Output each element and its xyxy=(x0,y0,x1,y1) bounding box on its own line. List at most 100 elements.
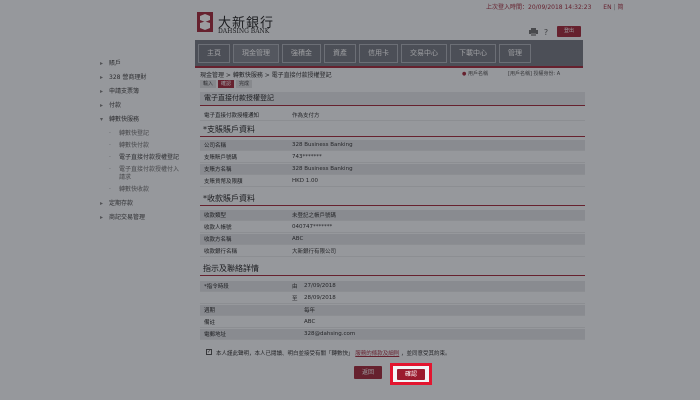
bullet-icon: · xyxy=(109,142,111,149)
sidebar-item-3[interactable]: ▸ 付款 xyxy=(100,100,190,109)
confirm-button[interactable]: 確認 xyxy=(397,369,425,380)
sidebar-item-label: 申請支票簿 xyxy=(109,88,140,95)
creditor-section-underline xyxy=(200,205,585,206)
instruction-section-underline xyxy=(200,275,585,276)
creditor_rows-row: 收款人帳號 040747******* xyxy=(200,222,585,233)
sidebar-item-label: 賬戶 xyxy=(109,60,122,67)
nav-item-1[interactable]: 現金管理 xyxy=(233,43,279,63)
triangle-right-icon: ▸ xyxy=(100,74,104,81)
row-value: HKD 1.00 xyxy=(292,178,318,184)
lang-en-link[interactable]: EN xyxy=(603,4,611,11)
print-icon[interactable] xyxy=(527,26,539,38)
bank-logo[interactable]: 大新銀行 DAHSING BANK xyxy=(197,12,297,38)
sidebar-item-label: 付款 xyxy=(109,102,122,109)
row-label: 備註 xyxy=(204,320,216,326)
sidebar-item-6[interactable]: · 轉數快付款 xyxy=(100,140,190,149)
user-info: ● 用戶名稱 xyxy=(462,70,488,77)
sidebar-item-label: 定期存款 xyxy=(109,200,134,207)
sidebar-item-label: 轉數快收款 xyxy=(119,186,150,193)
row-label: *指令時段 xyxy=(204,284,229,290)
row-value: 328 Business Banking xyxy=(292,166,353,172)
row-label: 收款方名稱 xyxy=(204,237,232,243)
progress-steps: 輸入 確認 完成 xyxy=(200,80,254,88)
back-button[interactable]: 返回 xyxy=(354,366,382,379)
debtor_rows-row: 支賬方名稱 328 Business Banking xyxy=(200,164,585,175)
last-login-text: 上次登入時間：20/09/2018 14:32:23 xyxy=(486,4,592,11)
nav-item-0[interactable]: 主頁 xyxy=(198,43,230,63)
debtor_rows-row: 支賬貨幣及限額 HKD 1.00 xyxy=(200,176,585,187)
row-label: 支賬賬戶號碼 xyxy=(204,155,238,161)
triangle-right-icon: ▸ xyxy=(100,102,104,109)
bullet-icon: · xyxy=(109,154,111,161)
bank-logo-mark-icon xyxy=(197,12,213,32)
step-0: 輸入 xyxy=(200,80,217,88)
triangle-down-icon: ▾ xyxy=(100,116,104,123)
creditor_rows-row: 收款銀行名稱 大新銀行有限公司 xyxy=(200,246,585,257)
creditor_rows-row: 收款類型 未登記之帳戶號碼 xyxy=(200,210,585,221)
sidebar-item-1[interactable]: ▸ 328 營商理財 xyxy=(100,72,190,81)
row-label: 收款人帳號 xyxy=(204,225,232,231)
nav-item-5[interactable]: 交易中心 xyxy=(401,43,447,63)
role-value: 作為支付方 xyxy=(292,113,320,119)
sidebar-item-4[interactable]: ▾ 轉數快服務 xyxy=(100,114,190,123)
debtor-section-underline xyxy=(200,136,585,137)
terms-declaration: 本人謹此聲明，本人已閱讀、明白並接受有關「轉數快」 服務的條款及細則 ，並同意受… xyxy=(216,349,451,357)
user-role-info: [用戶名稱] 授權身份: A xyxy=(508,71,561,77)
row-value: 328@dahsing.com xyxy=(304,331,356,337)
instr_rows-row: 週期 每年 xyxy=(200,305,585,316)
role-row: 電子直接付款授權通知 作為支付方 xyxy=(200,110,585,121)
row-value: ABC xyxy=(292,236,304,242)
page: 上次登入時間：20/09/2018 14:32:23 EN | 简 大新銀行 D… xyxy=(0,0,700,400)
breadcrumb: 現金管理 > 轉數快服務 > 電子直接付款授權登記 xyxy=(200,72,332,79)
sidebar-item-label: 轉數快服務 xyxy=(109,116,140,123)
help-icon[interactable]: ? xyxy=(540,26,552,38)
terms-link[interactable]: 服務的條款及細則 xyxy=(355,351,399,357)
instruction-section-heading: 指示及聯絡詳情 xyxy=(203,264,259,273)
nav-item-7[interactable]: 管理 xyxy=(499,43,531,63)
sidebar-item-label: 328 營商理財 xyxy=(109,74,147,81)
sidebar-item-label: 轉數快付款 xyxy=(119,142,150,149)
terms-checkbox[interactable]: ✓ xyxy=(206,349,212,355)
row-value: 大新銀行有限公司 xyxy=(292,249,337,255)
page-title: 電子直接付款授權登記 xyxy=(200,92,585,105)
nav-item-4[interactable]: 信用卡 xyxy=(359,43,398,63)
row-value: 未登記之帳戶號碼 xyxy=(292,213,337,219)
triangle-right-icon: ▸ xyxy=(100,200,104,207)
sidebar-item-10[interactable]: · 轉數快收款 xyxy=(100,184,190,193)
creditor-section-heading: *收款賬戶資料 xyxy=(203,194,255,203)
bank-logo-english: DAHSING BANK xyxy=(218,28,270,35)
bullet-icon: · xyxy=(109,130,111,137)
row-value: 28/09/2018 xyxy=(304,295,336,301)
instr_rows-row: 備註 ABC xyxy=(200,317,585,328)
sidebar-item-11[interactable]: ▸ 定期存款 xyxy=(100,198,190,207)
sidebar-item-12[interactable]: ▸ 商記交易管理 xyxy=(100,212,190,221)
instr_rows-row: 電郵地址 328@dahsing.com xyxy=(200,329,585,340)
sidebar-item-label: 轉數快登記 xyxy=(119,130,150,137)
logout-button[interactable]: 登出 xyxy=(557,26,581,37)
sidebar-item-label: 請求 xyxy=(119,174,132,181)
row-value: ABC xyxy=(304,319,316,325)
nav-item-6[interactable]: 下載中心 xyxy=(450,43,496,63)
row-label: 週期 xyxy=(204,308,216,314)
nav-accent-line xyxy=(195,66,583,68)
debtor_rows-row: 公司名稱 328 Business Banking xyxy=(200,140,585,151)
row-label: 電郵地址 xyxy=(204,332,227,338)
row-label: 收款類型 xyxy=(204,213,227,219)
lang-cn-link[interactable]: 简 xyxy=(617,4,623,11)
nav-item-2[interactable]: 強積金 xyxy=(282,43,321,63)
declaration-text: 本人謹此聲明，本人已閱讀、明白並接受有關「轉數快」 xyxy=(216,351,354,357)
instr_rows-row: 至 28/09/2018 xyxy=(200,293,585,304)
nav-item-3[interactable]: 資產 xyxy=(324,43,356,63)
row-label: 支賬貨幣及限額 xyxy=(204,179,243,185)
user-label: 用戶名稱 xyxy=(467,71,488,77)
sidebar-item-0[interactable]: ▸ 賬戶 xyxy=(100,58,190,67)
role-label: 電子直接付款授權通知 xyxy=(204,113,260,119)
sidebar-item-7[interactable]: · 電子直接付款授權登記 xyxy=(100,152,190,161)
sidebar-item-label: 電子直接付款授權登記 xyxy=(119,154,180,161)
sidebar-item-2[interactable]: ▸ 申請支票簿 xyxy=(100,86,190,95)
sidebar-item-5[interactable]: · 轉數快登記 xyxy=(100,128,190,137)
row-value: 328 Business Banking xyxy=(292,142,353,148)
row-value: 每年 xyxy=(304,308,316,314)
lang-separator: | xyxy=(613,4,616,11)
row-prefix: 由 xyxy=(292,284,298,290)
